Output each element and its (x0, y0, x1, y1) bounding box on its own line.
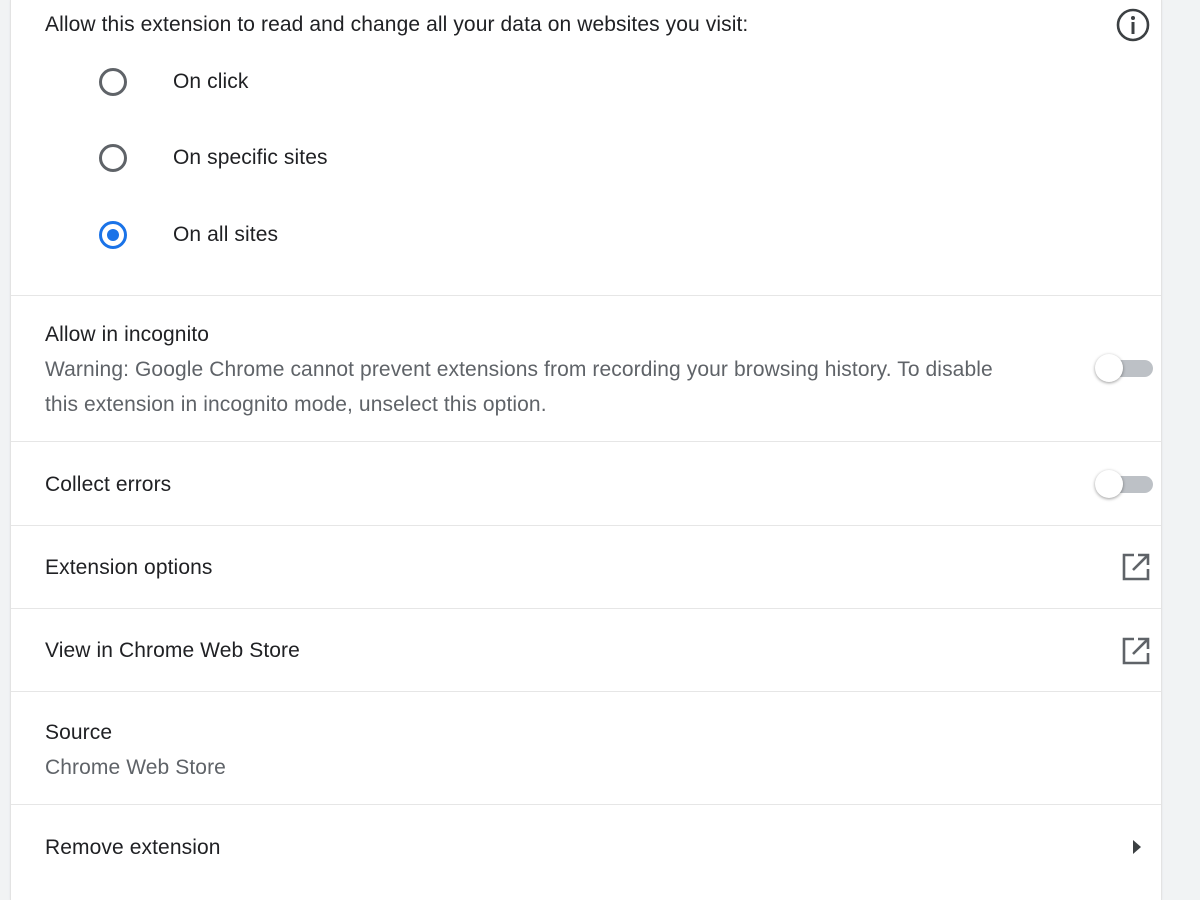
info-icon[interactable] (1115, 7, 1151, 43)
radio-on-click-label: On click (173, 70, 249, 93)
remove-extension-row[interactable]: Remove extension (11, 805, 1161, 900)
collect-errors-toggle[interactable] (1095, 468, 1155, 500)
open-in-new-icon[interactable] (1121, 552, 1151, 582)
site-access-heading: Allow this extension to read and change … (45, 13, 749, 36)
radio-on-click-circle[interactable] (99, 68, 127, 96)
source-value: Chrome Web Store (45, 756, 226, 779)
site-access-section: Allow this extension to read and change … (11, 0, 1161, 296)
extension-options-label: Extension options (45, 556, 213, 579)
incognito-warning-line2: this extension in incognito mode, unsele… (45, 393, 547, 416)
radio-on-specific-sites[interactable]: On specific sites (99, 138, 599, 178)
open-in-new-icon[interactable] (1121, 636, 1151, 666)
radio-on-all-sites-circle[interactable] (99, 221, 127, 249)
radio-on-specific-sites-circle[interactable] (99, 144, 127, 172)
incognito-section: Allow in incognito Warning: Google Chrom… (11, 296, 1161, 442)
radio-on-all-sites[interactable]: On all sites (99, 215, 599, 255)
web-store-label: View in Chrome Web Store (45, 639, 300, 662)
incognito-toggle-knob (1095, 354, 1123, 382)
collect-errors-section: Collect errors (11, 442, 1161, 526)
source-section: Source Chrome Web Store (11, 692, 1161, 805)
extension-details-card: Allow this extension to read and change … (10, 0, 1162, 900)
collect-errors-toggle-knob (1095, 470, 1123, 498)
source-title: Source (45, 721, 113, 744)
incognito-title: Allow in incognito (45, 323, 210, 346)
web-store-row[interactable]: View in Chrome Web Store (11, 609, 1161, 692)
arrow-right-icon[interactable] (1129, 837, 1145, 857)
incognito-warning-line1: Warning: Google Chrome cannot prevent ex… (45, 358, 993, 381)
radio-on-click[interactable]: On click (99, 62, 599, 102)
extension-options-row[interactable]: Extension options (11, 526, 1161, 609)
collect-errors-title: Collect errors (45, 473, 172, 496)
remove-extension-label: Remove extension (45, 836, 221, 859)
radio-on-specific-sites-label: On specific sites (173, 146, 328, 169)
incognito-toggle[interactable] (1095, 352, 1155, 384)
radio-selected-dot (107, 229, 119, 241)
radio-on-all-sites-label: On all sites (173, 223, 279, 246)
